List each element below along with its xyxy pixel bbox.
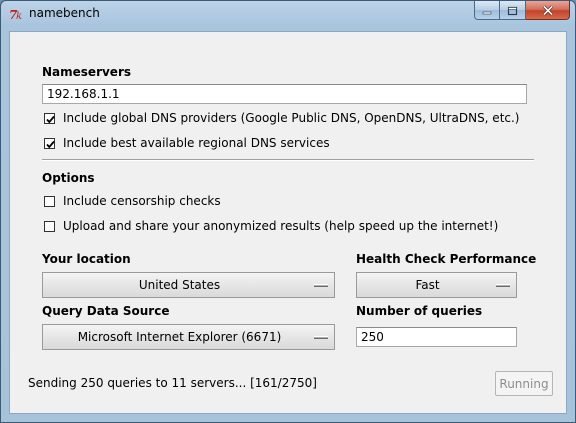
query-source-dropdown[interactable]: Microsoft Internet Explorer (6671) — [42, 324, 335, 350]
minimize-icon — [482, 1, 492, 20]
close-button[interactable] — [526, 1, 570, 20]
include-global-checkbox[interactable] — [44, 112, 55, 124]
upload-checkbox[interactable] — [44, 220, 55, 232]
censorship-row[interactable]: Include censorship checks — [44, 194, 221, 208]
include-global-row[interactable]: Include global DNS providers (Google Pub… — [44, 111, 520, 125]
num-queries-heading: Number of queries — [356, 304, 483, 318]
health-check-selected: Fast — [415, 278, 440, 292]
close-icon — [542, 1, 554, 20]
nameservers-input[interactable]: 192.168.1.1 — [42, 84, 527, 104]
include-regional-row[interactable]: Include best available regional DNS serv… — [44, 136, 330, 150]
main-panel: Nameservers 192.168.1.1 Include global D… — [9, 31, 567, 414]
running-button[interactable]: Running — [495, 371, 553, 396]
svg-text:k: k — [16, 11, 22, 22]
status-text: Sending 250 queries to 11 servers... [16… — [28, 376, 317, 390]
caption-buttons — [474, 1, 570, 20]
upload-row[interactable]: Upload and share your anonymized results… — [44, 219, 498, 233]
upload-label: Upload and share your anonymized results… — [63, 219, 499, 233]
window-title: namebench — [29, 6, 100, 20]
minimize-button[interactable] — [474, 1, 500, 20]
nameservers-heading: Nameservers — [42, 65, 132, 79]
include-regional-checkbox[interactable] — [44, 137, 55, 149]
title-bar[interactable]: 7 k namebench — [1, 1, 575, 27]
censorship-label: Include censorship checks — [63, 194, 221, 208]
include-regional-label: Include best available regional DNS serv… — [63, 136, 330, 150]
location-dropdown[interactable]: United States — [42, 272, 335, 298]
query-source-selected: Microsoft Internet Explorer (6671) — [77, 330, 282, 344]
checkmark-icon — [46, 115, 55, 123]
censorship-checkbox[interactable] — [44, 195, 55, 207]
section-divider — [42, 159, 534, 161]
query-source-heading: Query Data Source — [42, 304, 170, 318]
location-heading: Your location — [42, 252, 131, 266]
include-global-label: Include global DNS providers (Google Pub… — [63, 111, 520, 125]
options-heading: Options — [42, 171, 95, 185]
tk-feather-icon: 7 k — [8, 6, 24, 22]
checkmark-icon — [46, 140, 55, 148]
dropdown-indicator-icon — [314, 284, 328, 287]
health-check-heading: Health Check Performance — [356, 252, 537, 266]
dropdown-indicator-icon — [314, 336, 328, 339]
health-check-dropdown[interactable]: Fast — [356, 272, 517, 298]
location-selected: United States — [138, 278, 221, 292]
num-queries-input[interactable]: 250 — [356, 327, 517, 347]
maximize-button[interactable] — [500, 1, 526, 20]
maximize-icon — [507, 1, 518, 20]
dropdown-indicator-icon — [496, 284, 510, 287]
app-window: 7 k namebench Nameservers 192.168.1.1 In… — [0, 0, 576, 423]
